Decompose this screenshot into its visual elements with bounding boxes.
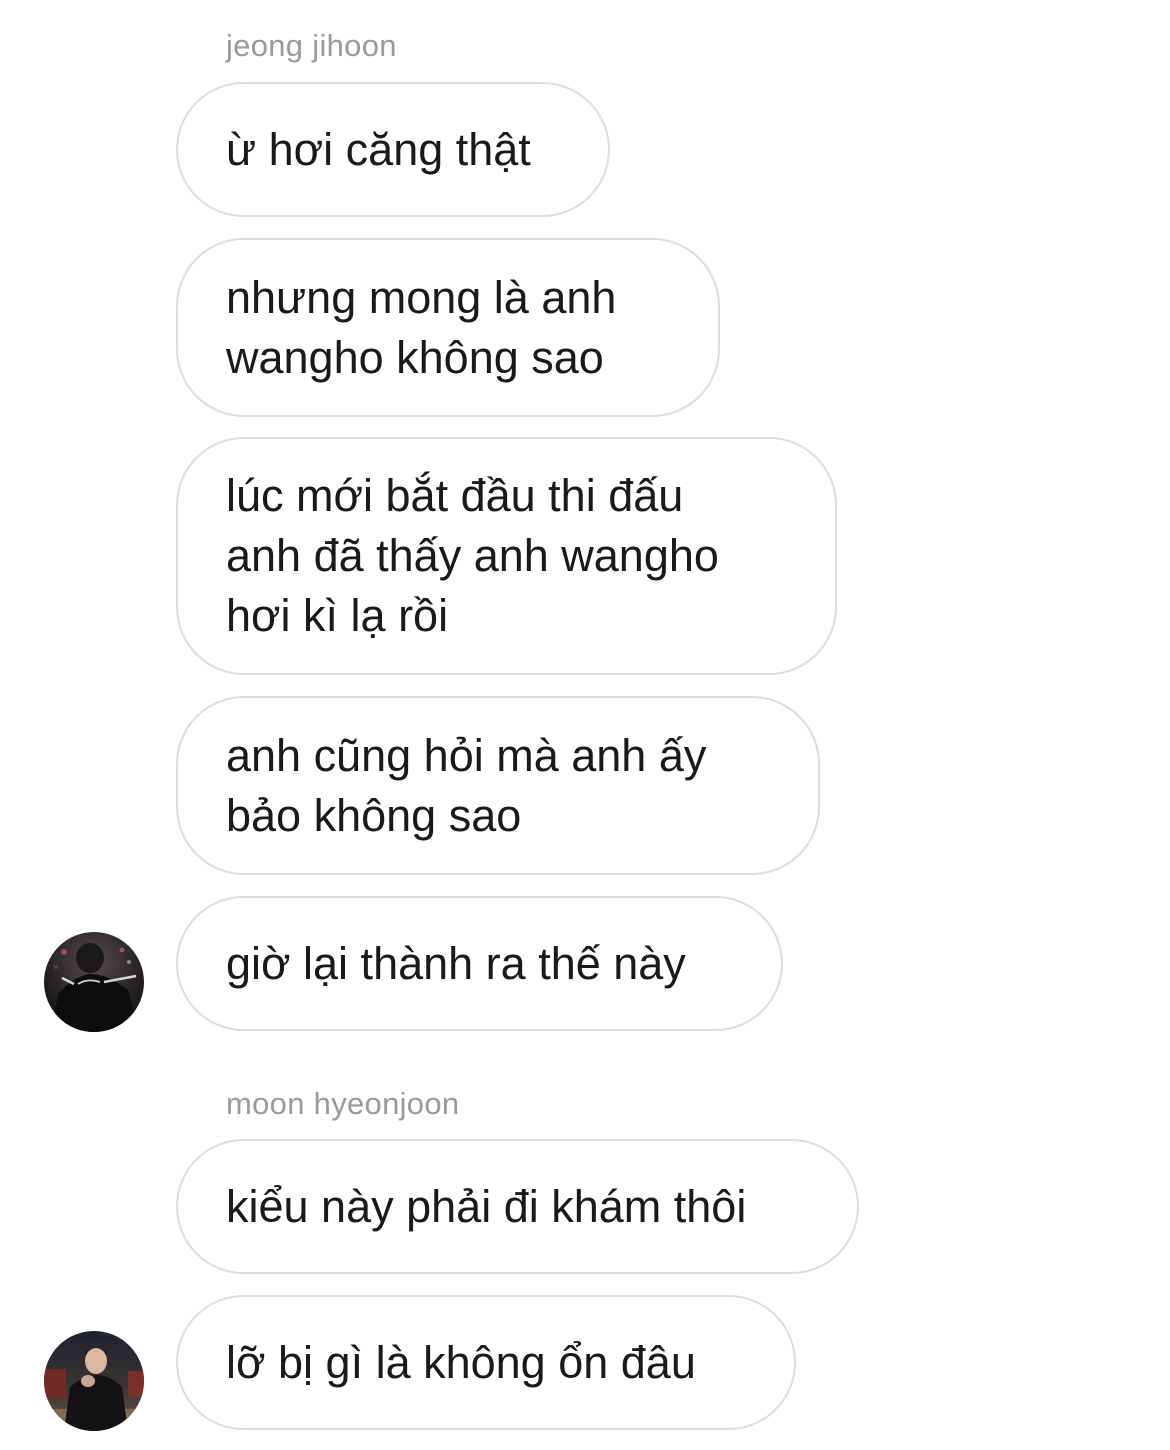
message-bubble[interactable]: nhưng mong là anh wangho không sao xyxy=(176,238,720,417)
message-bubble[interactable]: anh cũng hỏi mà anh ấy bảo không sao xyxy=(176,696,820,875)
person-avatar-icon xyxy=(44,1331,144,1431)
person-avatar-icon xyxy=(44,932,144,1032)
message-bubble[interactable]: giờ lại thành ra thế này xyxy=(176,896,783,1031)
sender-name-moon-hyeonjoon: moon hyeonjoon xyxy=(226,1086,460,1121)
sender-name-jeong-jihoon: jeong jihoon xyxy=(226,28,397,63)
avatar-moon-hyeonjoon[interactable] xyxy=(44,1331,144,1431)
message-bubble[interactable]: lỡ bị gì là không ổn đâu xyxy=(176,1295,796,1430)
message-bubble[interactable]: kiểu này phải đi khám thôi xyxy=(176,1139,859,1274)
message-bubble[interactable]: lúc mới bắt đầu thi đấu anh đã thấy anh … xyxy=(176,437,837,675)
message-bubble[interactable]: ừ hơi căng thật xyxy=(176,82,610,217)
avatar-jeong-jihoon[interactable] xyxy=(44,932,144,1032)
